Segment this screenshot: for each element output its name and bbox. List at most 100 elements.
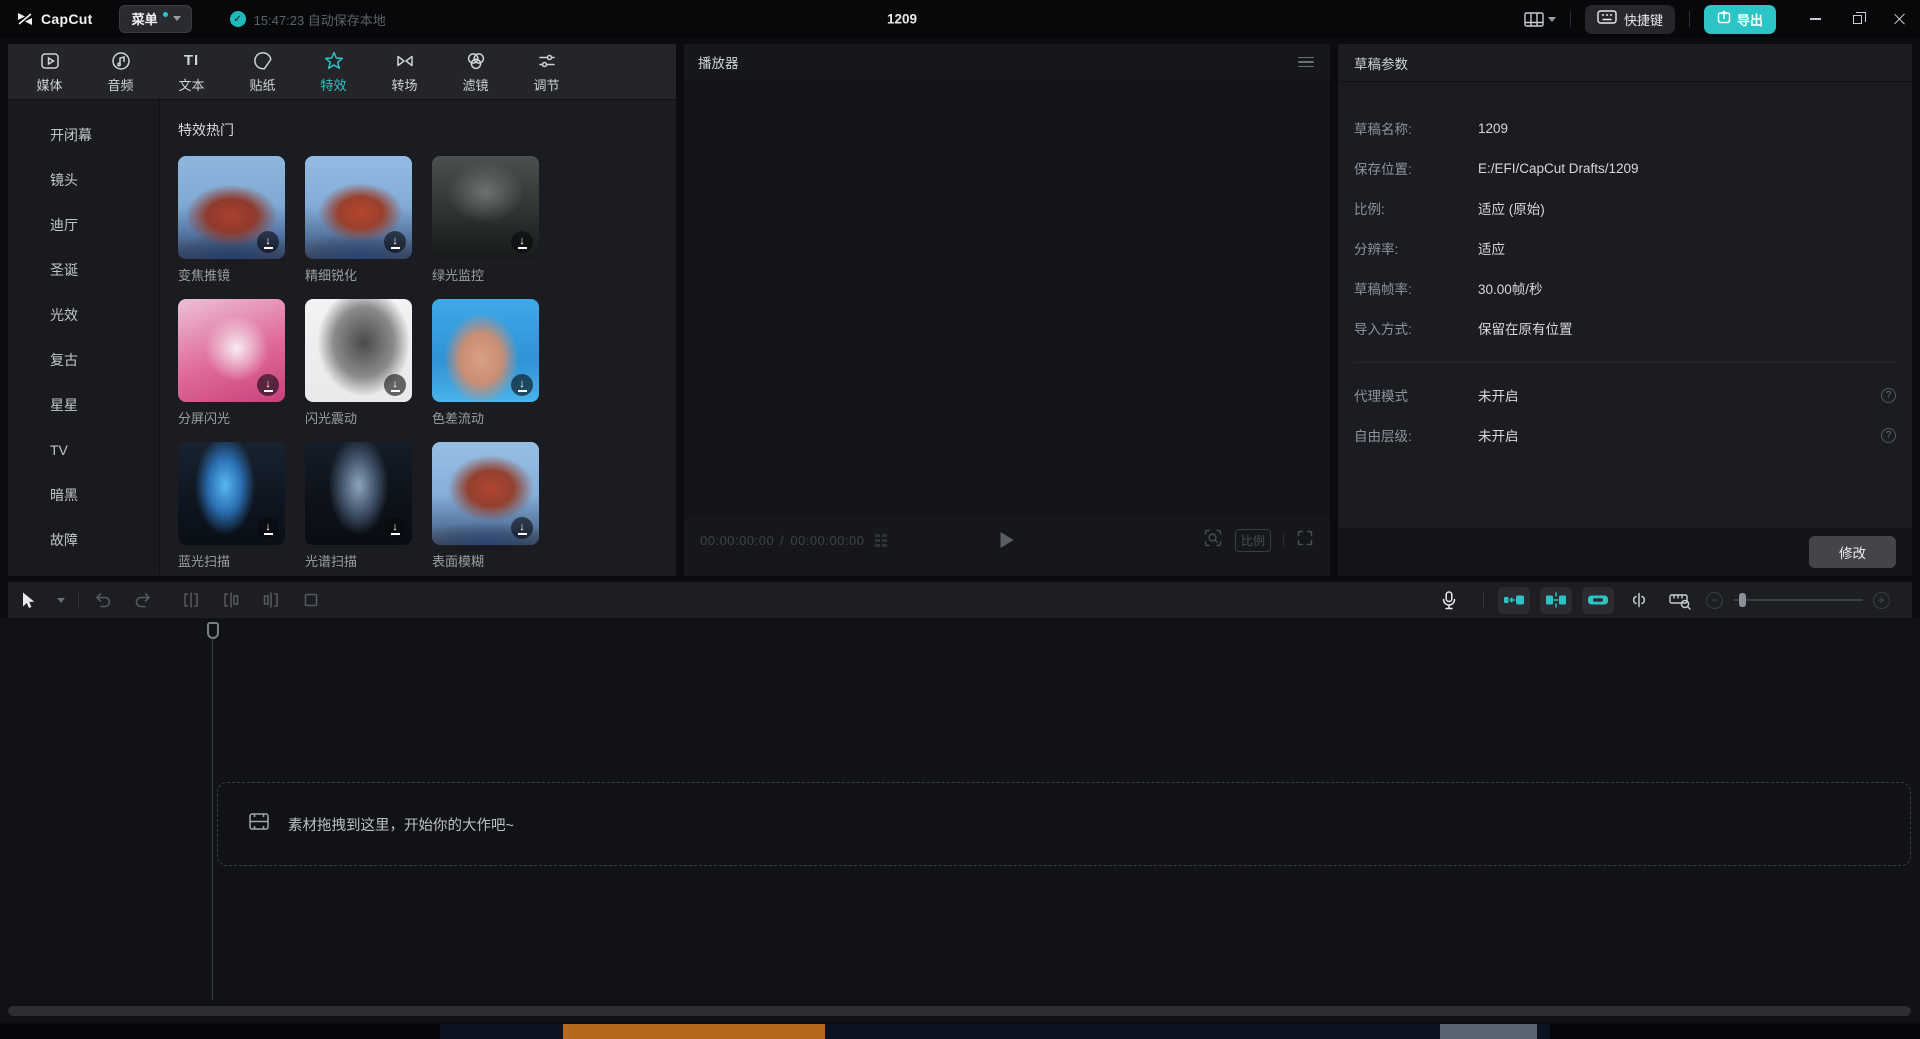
effect-card[interactable]: ↓ 绿光监控	[432, 156, 539, 284]
tab-adjust[interactable]: 调节	[511, 50, 582, 94]
help-icon[interactable]: ?	[1881, 428, 1896, 443]
tab-filter[interactable]: 滤镜	[440, 50, 511, 94]
undo-button[interactable]	[83, 582, 123, 618]
horizontal-scrollbar[interactable]	[8, 1006, 1911, 1016]
effect-thumbnail: ↓	[305, 299, 412, 402]
effect-card[interactable]: ↓ 闪光震动	[305, 299, 412, 427]
export-button[interactable]: 导出	[1704, 5, 1776, 34]
timeline-zoom-slider[interactable]	[1733, 599, 1863, 601]
redo-button[interactable]	[123, 582, 163, 618]
timeline-area[interactable]: 素材拖拽到这里，开始你的大作吧~	[0, 618, 1920, 1022]
effect-card[interactable]: ↓ 光谱扫描	[305, 442, 412, 570]
help-icon[interactable]: ?	[1881, 388, 1896, 403]
timecode: 00:00:00:00 / 00:00:00:00	[700, 533, 865, 548]
zoom-in-button[interactable]: +	[1873, 592, 1890, 609]
shortcuts-button[interactable]: 快捷键	[1585, 5, 1675, 34]
timecode-separator: /	[780, 533, 784, 548]
timecode-current: 00:00:00:00	[700, 533, 774, 548]
assets-panel: 媒体 音频 TI 文本 贴纸 特效	[8, 44, 676, 576]
layout-switch-button[interactable]	[1524, 12, 1556, 27]
export-label: 导出	[1737, 10, 1763, 29]
bottom-strip-orange-segment	[563, 1024, 825, 1039]
modify-button[interactable]: 修改	[1809, 536, 1896, 568]
tab-text[interactable]: TI 文本	[156, 50, 227, 94]
zoom-slider-handle[interactable]	[1739, 593, 1746, 607]
param-label: 草稿名称:	[1354, 118, 1478, 138]
split-track-view-button[interactable]	[1624, 582, 1654, 618]
delete-left-button[interactable]	[211, 582, 251, 618]
param-row: 保存位置: E:/EFI/CapCut Drafts/1209	[1354, 148, 1896, 188]
play-button[interactable]	[1001, 532, 1014, 548]
crop-button[interactable]	[291, 582, 331, 618]
timeline-scale-button[interactable]	[1664, 582, 1696, 618]
tab-sticker[interactable]: 贴纸	[227, 50, 298, 94]
sidebar-item-glitch[interactable]: 故障	[8, 517, 159, 562]
effect-card[interactable]: ↓ 蓝光扫描	[178, 442, 285, 570]
divider	[1483, 592, 1484, 608]
ratio-button[interactable]: 比例	[1235, 529, 1271, 552]
param-row: 分辨率: 适应	[1354, 228, 1896, 268]
effect-name: 色差流动	[432, 408, 539, 427]
minimize-button[interactable]	[1794, 0, 1836, 38]
player-menu-icon[interactable]	[1298, 57, 1314, 68]
tab-media[interactable]: 媒体	[14, 50, 85, 94]
sidebar-item-opening[interactable]: 开闭幕	[8, 112, 159, 157]
sidebar-item-distort[interactable]: 扭曲	[8, 562, 159, 575]
timecode-total: 00:00:00:00	[790, 533, 864, 548]
preview-quality-icon[interactable]	[1203, 528, 1223, 553]
effect-thumbnail: ↓	[432, 156, 539, 259]
param-row: 草稿帧率: 30.00帧/秒	[1354, 268, 1896, 308]
player-viewport	[684, 80, 1330, 516]
effect-card[interactable]: ↓ 精细锐化	[305, 156, 412, 284]
effects-star-icon	[323, 50, 345, 72]
sidebar-item-dark[interactable]: 暗黑	[8, 472, 159, 517]
bottom-strip-gray-segment	[1440, 1024, 1537, 1039]
effect-card[interactable]: ↓ 变焦推镜	[178, 156, 285, 284]
delete-right-button[interactable]	[251, 582, 291, 618]
sidebar-item-light[interactable]: 光效	[8, 292, 159, 337]
preview-axis-toggle[interactable]	[1582, 587, 1614, 614]
sidebar-item-stars[interactable]: 星星	[8, 382, 159, 427]
zoom-out-button[interactable]: −	[1706, 592, 1723, 609]
param-row-proxy: 代理模式 未开启 ?	[1354, 375, 1896, 415]
select-cursor-button[interactable]	[8, 582, 48, 618]
tab-transition[interactable]: 转场	[369, 50, 440, 94]
effect-card[interactable]: ↓ 色差流动	[432, 299, 539, 427]
linkage-toggle[interactable]	[1540, 587, 1572, 614]
download-icon: ↓	[384, 517, 406, 539]
split-button[interactable]	[171, 582, 211, 618]
close-button[interactable]	[1878, 0, 1920, 38]
effects-category-sidebar: 开闭幕 镜头 迪厅 圣诞 光效 复古 星星 TV 暗黑 故障 扭曲	[8, 100, 160, 575]
tab-label: 特效	[320, 75, 346, 94]
cursor-mode-dropdown[interactable]	[48, 582, 74, 618]
playhead-handle[interactable]	[207, 622, 219, 639]
adjust-icon	[536, 50, 558, 72]
param-value: 未开启	[1478, 425, 1519, 445]
effects-grid: ↓ 变焦推镜 ↓ 精细锐化 ↓ 绿光监控 ↓ 分屏闪光	[178, 156, 676, 570]
record-voiceover-button[interactable]	[1429, 582, 1469, 618]
effect-card[interactable]: ↓ 分屏闪光	[178, 299, 285, 427]
fullscreen-icon[interactable]	[1296, 529, 1314, 552]
auto-snap-toggle[interactable]	[1498, 587, 1530, 614]
param-row: 比例: 适应 (原始)	[1354, 188, 1896, 228]
restore-button[interactable]	[1836, 0, 1878, 38]
tab-audio[interactable]: 音频	[85, 50, 156, 94]
sidebar-item-tv[interactable]: TV	[8, 427, 159, 472]
effect-card[interactable]: ↓ 表面模糊	[432, 442, 539, 570]
tab-effects[interactable]: 特效	[298, 50, 369, 94]
sidebar-item-lens[interactable]: 镜头	[8, 157, 159, 202]
sidebar-item-retro[interactable]: 复古	[8, 337, 159, 382]
bottom-edge-strip	[0, 1024, 1920, 1039]
capcut-logo-icon	[16, 11, 34, 27]
topbar: CapCut 菜单 ✓ 15:47:23 自动保存本地 1209	[0, 0, 1920, 38]
sidebar-item-disco[interactable]: 迪厅	[8, 202, 159, 247]
media-dropzone[interactable]: 素材拖拽到这里，开始你的大作吧~	[217, 782, 1911, 866]
player-right-controls: 比例	[1203, 528, 1314, 553]
menu-button[interactable]: 菜单	[119, 5, 192, 33]
tab-label: 调节	[533, 75, 559, 94]
divider	[1570, 11, 1571, 27]
sidebar-item-christmas[interactable]: 圣诞	[8, 247, 159, 292]
assets-body: 开闭幕 镜头 迪厅 圣诞 光效 复古 星星 TV 暗黑 故障 扭曲 特效热门 ↓…	[8, 100, 676, 575]
param-label: 保存位置:	[1354, 158, 1478, 178]
effects-list: 特效热门 ↓ 变焦推镜 ↓ 精细锐化 ↓ 绿光监控 ↓	[160, 100, 676, 575]
